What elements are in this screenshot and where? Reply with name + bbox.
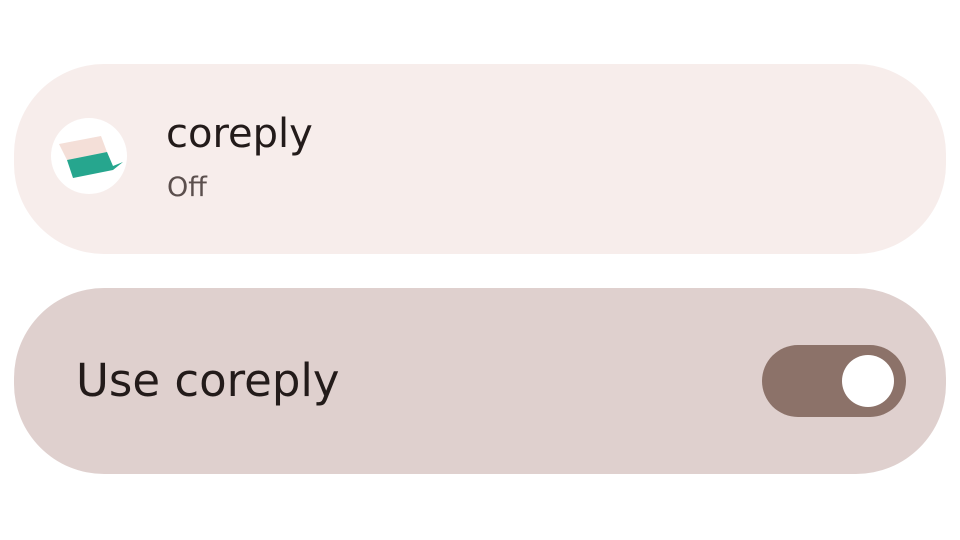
app-info-card[interactable]: coreply Off — [14, 64, 946, 254]
use-coreply-label: Use coreply — [76, 354, 340, 407]
app-status: Off — [167, 172, 207, 203]
app-name: coreply — [166, 111, 313, 157]
coreply-app-icon — [51, 118, 127, 194]
toggle-thumb — [842, 355, 894, 407]
use-coreply-toggle[interactable] — [762, 345, 906, 417]
use-coreply-setting[interactable]: Use coreply — [14, 288, 946, 474]
speech-bubbles-icon — [59, 136, 123, 178]
